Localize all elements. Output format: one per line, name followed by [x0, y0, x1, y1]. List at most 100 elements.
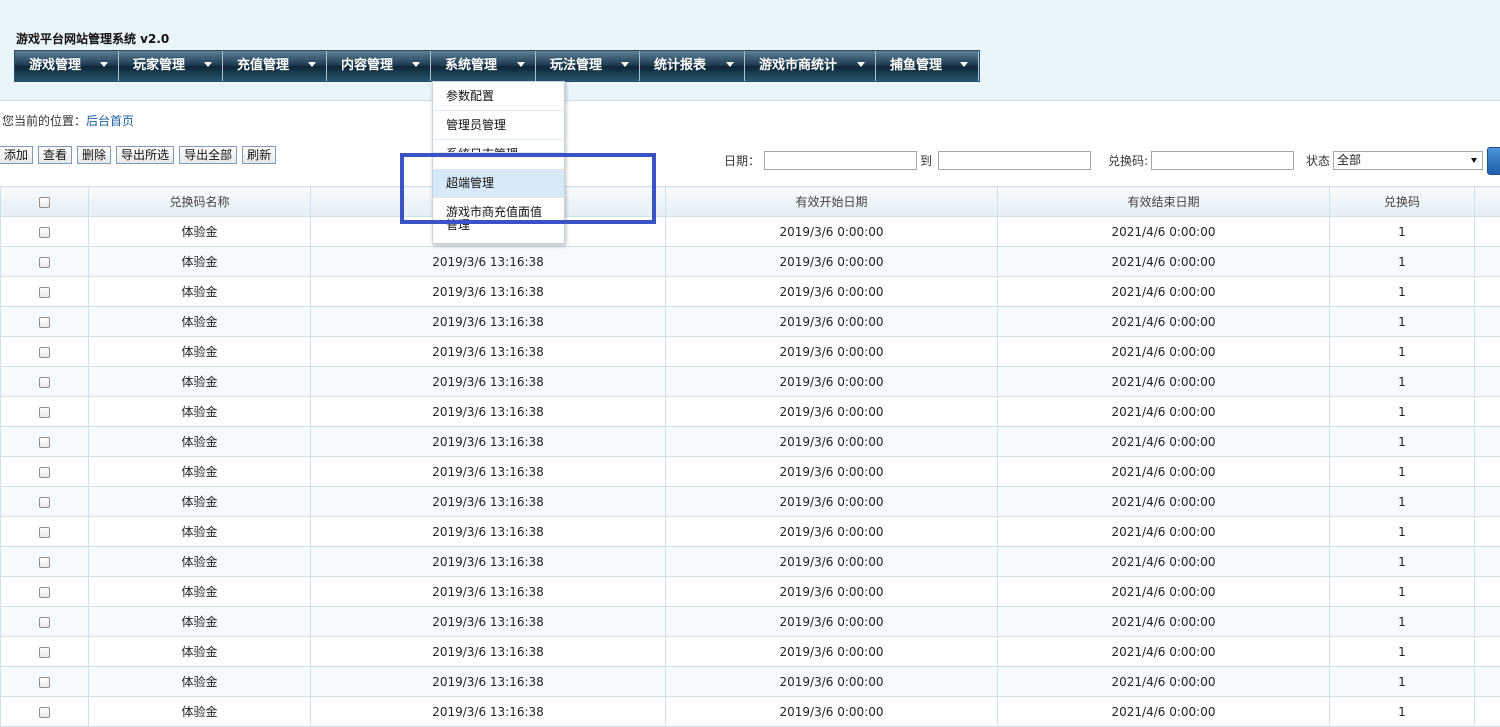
table-row[interactable]: 体验金2019/3/6 13:16:382019/3/6 0:00:002021…: [1, 427, 1500, 457]
table-header-row: 兑换码名称 有效开始日期 有效结束日期 兑换码: [1, 187, 1500, 217]
table-cell: 2019/3/6 0:00:00: [666, 457, 998, 487]
table-cell: 1: [1330, 667, 1475, 697]
nav-system-management[interactable]: 系统管理: [431, 51, 536, 81]
table-cell-extra: [1475, 217, 1500, 247]
row-checkbox[interactable]: [39, 677, 50, 688]
row-checkbox[interactable]: [39, 647, 50, 658]
menu-item-merchant-recharge-denomination[interactable]: 游戏市商充值面值 管理: [433, 198, 564, 243]
table-cell: 2019/3/6 0:00:00: [666, 367, 998, 397]
code-input[interactable]: [1151, 151, 1294, 170]
row-select-cell: [1, 577, 89, 607]
select-all-checkbox[interactable]: [39, 197, 50, 208]
table-cell: 2019/3/6 13:16:38: [311, 637, 666, 667]
table-cell: 1: [1330, 337, 1475, 367]
menu-item-super-admin[interactable]: 超端管理: [433, 169, 564, 198]
row-select-cell: [1, 427, 89, 457]
system-management-menu: 参数配置 管理员管理 系统日志管理 超端管理 游戏市商充值面值 管理: [432, 81, 565, 244]
menu-item-system-log[interactable]: 系统日志管理: [433, 140, 564, 153]
caret-down-icon: [726, 62, 734, 67]
row-checkbox[interactable]: [39, 347, 50, 358]
table-row[interactable]: 体验金2019/3/6 13:16:382019/3/6 0:00:002021…: [1, 697, 1500, 727]
table-cell: 2021/4/6 0:00:00: [998, 487, 1330, 517]
table-cell: 2021/4/6 0:00:00: [998, 397, 1330, 427]
table-row[interactable]: 体验金2019/3/6 13:16:382019/3/6 0:00:002021…: [1, 457, 1500, 487]
row-select-cell: [1, 277, 89, 307]
table-cell: 2021/4/6 0:00:00: [998, 667, 1330, 697]
breadcrumb-home-link[interactable]: 后台首页: [86, 114, 134, 128]
nav-player-management[interactable]: 玩家管理: [119, 51, 223, 81]
row-checkbox[interactable]: [39, 497, 50, 508]
table-row[interactable]: 体验金2019/3/6 13:16:382019/3/6 0:00:002021…: [1, 607, 1500, 637]
nav-merchant-statistics[interactable]: 游戏市商统计: [745, 51, 876, 81]
caret-down-icon: [960, 62, 968, 67]
table-cell: 2021/4/6 0:00:00: [998, 247, 1330, 277]
nav-recharge-management[interactable]: 充值管理: [223, 51, 327, 81]
table-row[interactable]: 体验金2019/3/6 13:16:382019/3/6 0:00:002021…: [1, 637, 1500, 667]
nav-gameplay-management[interactable]: 玩法管理: [536, 51, 640, 81]
table-row[interactable]: 体验金2019/3/6 13:16:382019/3/6 0:00:002021…: [1, 577, 1500, 607]
start-date-input[interactable]: [764, 151, 917, 170]
table-cell: 1: [1330, 457, 1475, 487]
table-row[interactable]: 体验金2019/3/6 13:16:382019/3/6 0:00:002021…: [1, 547, 1500, 577]
row-checkbox[interactable]: [39, 707, 50, 718]
table-cell: 1: [1330, 217, 1475, 247]
view-button[interactable]: 查看: [38, 146, 72, 164]
table-row[interactable]: 体验金2019/3/6 13:16:382019/3/6 0:00:002021…: [1, 517, 1500, 547]
row-select-cell: [1, 367, 89, 397]
code-label: 兑换码:: [1108, 152, 1148, 169]
table-cell: 1: [1330, 547, 1475, 577]
table-row[interactable]: 体验金2019/3/6 13:16:382019/3/6 0:00:002021…: [1, 367, 1500, 397]
table-cell-extra: [1475, 637, 1500, 667]
row-checkbox[interactable]: [39, 527, 50, 538]
table-cell: 1: [1330, 277, 1475, 307]
table-cell-extra: [1475, 397, 1500, 427]
table-row[interactable]: 体验金2019/3/6 13:16:382019/3/6 0:00:002021…: [1, 247, 1500, 277]
nav-statistics-report[interactable]: 统计报表: [640, 51, 745, 81]
row-checkbox[interactable]: [39, 617, 50, 628]
row-checkbox[interactable]: [39, 587, 50, 598]
export-selected-button[interactable]: 导出所选: [116, 146, 174, 164]
table-cell: 2019/3/6 13:16:38: [311, 607, 666, 637]
nav-fishing-management[interactable]: 捕鱼管理: [876, 51, 979, 81]
row-checkbox[interactable]: [39, 407, 50, 418]
status-select[interactable]: 全部: [1333, 151, 1483, 170]
main-nav: 游戏管理 玩家管理 充值管理 内容管理 系统管理 玩法管理 统计报表 游戏市商统…: [14, 50, 980, 82]
menu-item-admin-management[interactable]: 管理员管理: [433, 111, 564, 140]
table-row[interactable]: 体验金2019/3/6 13:16:382019/3/6 0:00:002021…: [1, 397, 1500, 427]
refresh-button[interactable]: 刷新: [242, 146, 276, 164]
menu-item-parameter-config[interactable]: 参数配置: [433, 82, 564, 111]
table-cell: 体验金: [89, 517, 311, 547]
row-checkbox[interactable]: [39, 317, 50, 328]
to-label: 到: [920, 152, 932, 169]
row-checkbox[interactable]: [39, 557, 50, 568]
row-checkbox[interactable]: [39, 437, 50, 448]
nav-content-management[interactable]: 内容管理: [327, 51, 431, 81]
table-row[interactable]: 体验金2019/3/6 13:16:382019/3/6 0:00:002021…: [1, 307, 1500, 337]
table-cell: 体验金: [89, 397, 311, 427]
table-row[interactable]: 体验金2019/3/6 0:00:002021/4/6 0:00:001: [1, 217, 1500, 247]
column-header[interactable]: 兑换码: [1330, 187, 1475, 217]
export-all-button[interactable]: 导出全部: [179, 146, 237, 164]
search-button[interactable]: [1487, 147, 1500, 175]
delete-button[interactable]: 删除: [77, 146, 111, 164]
date-label: 日期：: [724, 152, 760, 169]
add-button[interactable]: 添加: [0, 146, 33, 164]
table-cell: 2019/3/6 13:16:38: [311, 697, 666, 727]
table-cell: 2019/3/6 0:00:00: [666, 547, 998, 577]
row-checkbox[interactable]: [39, 467, 50, 478]
column-header[interactable]: 兑换码名称: [89, 187, 311, 217]
column-header[interactable]: 有效开始日期: [666, 187, 998, 217]
table-cell-extra: [1475, 307, 1500, 337]
row-checkbox[interactable]: [39, 377, 50, 388]
row-checkbox[interactable]: [39, 257, 50, 268]
table-row[interactable]: 体验金2019/3/6 13:16:382019/3/6 0:00:002021…: [1, 667, 1500, 697]
table-row[interactable]: 体验金2019/3/6 13:16:382019/3/6 0:00:002021…: [1, 487, 1500, 517]
table-row[interactable]: 体验金2019/3/6 13:16:382019/3/6 0:00:002021…: [1, 277, 1500, 307]
table-row[interactable]: 体验金2019/3/6 13:16:382019/3/6 0:00:002021…: [1, 337, 1500, 367]
column-header[interactable]: 有效结束日期: [998, 187, 1330, 217]
end-date-input[interactable]: [938, 151, 1091, 170]
row-checkbox[interactable]: [39, 287, 50, 298]
table-cell: 2021/4/6 0:00:00: [998, 337, 1330, 367]
nav-game-management[interactable]: 游戏管理: [15, 51, 119, 81]
row-checkbox[interactable]: [39, 227, 50, 238]
